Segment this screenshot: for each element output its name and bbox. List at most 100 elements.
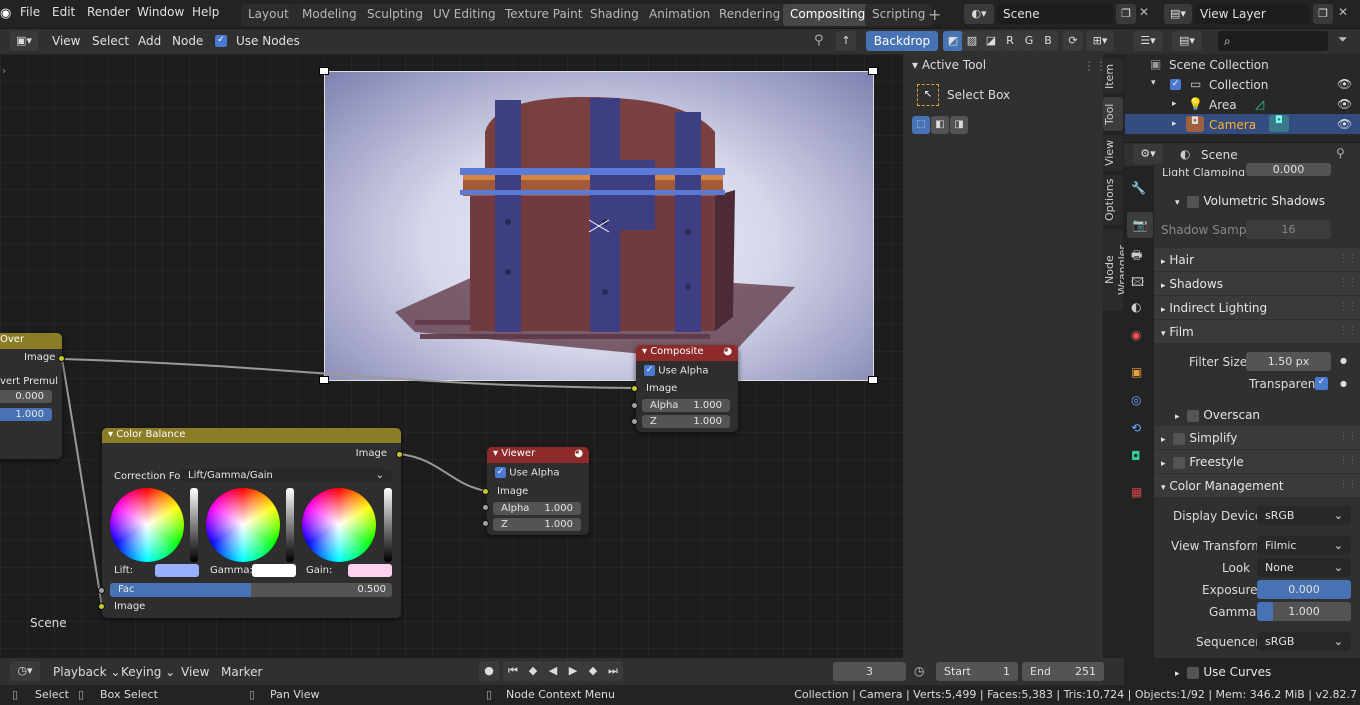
editor-type-icon[interactable]: ▣▾ bbox=[10, 31, 38, 51]
sequencer-dropdown[interactable]: sRGB ⌄ bbox=[1257, 632, 1351, 651]
composite-node[interactable]: ▾ Composite ◕ ✓ Use Alpha Image Alpha 1.00… bbox=[636, 345, 738, 432]
prev-keyframe-icon[interactable]: ◆ bbox=[523, 661, 543, 681]
gamma-color-swatch[interactable] bbox=[252, 564, 296, 577]
viewer-header[interactable]: ▾ Viewer ◕ bbox=[487, 447, 589, 463]
menu-file[interactable]: File bbox=[20, 5, 40, 19]
gain-color-swatch[interactable] bbox=[348, 564, 392, 577]
filter-size-field[interactable]: 1.50 px bbox=[1246, 352, 1331, 371]
alpha-over-fac-field[interactable]: 0.000 bbox=[0, 390, 52, 403]
expand-camera-icon[interactable]: ▸ bbox=[1172, 119, 1177, 129]
tab-compositing[interactable]: Compositing bbox=[783, 4, 873, 26]
tab-layout[interactable]: Layout bbox=[241, 4, 296, 26]
use-curves-row[interactable]: ▸ Use Curves bbox=[1175, 665, 1271, 679]
end-frame-field[interactable]: End 251 bbox=[1022, 662, 1104, 681]
use-nodes-checkbox[interactable]: ✓ bbox=[215, 35, 227, 47]
keyframe-dot-icon[interactable]: ● bbox=[1340, 356, 1347, 365]
outliner-editor-type-icon[interactable]: ☰▾ bbox=[1133, 31, 1163, 51]
tab-node-wrangler[interactable]: Node Wrangler bbox=[1103, 229, 1129, 311]
mode-extend-icon[interactable]: ◧ bbox=[931, 116, 949, 134]
drag-handle-icon[interactable]: ⋮⋮ bbox=[1339, 432, 1357, 442]
jump-start-icon[interactable]: ⏮ bbox=[503, 661, 523, 681]
add-workspace-icon[interactable]: + bbox=[928, 5, 941, 24]
gain-value-slider[interactable] bbox=[384, 488, 392, 562]
menu-select[interactable]: Select bbox=[92, 34, 129, 48]
world-tab-icon[interactable]: ◉ bbox=[1131, 328, 1141, 342]
pin-icon[interactable]: ⚲ bbox=[814, 33, 824, 48]
render-icon[interactable]: ◕ bbox=[574, 448, 583, 459]
outliner-item-camera[interactable]: Camera bbox=[1209, 118, 1256, 132]
drag-handle-icon[interactable]: ⋮⋮ bbox=[1339, 326, 1357, 336]
clock-icon[interactable]: ◷ bbox=[914, 664, 924, 678]
scene-selector-icon[interactable]: ◐▾ bbox=[964, 4, 994, 24]
viewer-alpha-socket[interactable] bbox=[482, 504, 489, 511]
viewer-alpha-field[interactable]: Alpha 1.000 bbox=[493, 502, 581, 515]
snap-icon[interactable]: ⟳ bbox=[1063, 31, 1083, 51]
menu-render[interactable]: Render bbox=[87, 5, 130, 19]
color-balance-node[interactable]: ▾ Color Balance Image Correction For.. L… bbox=[102, 428, 401, 618]
viewer-z-field[interactable]: Z 1.000 bbox=[493, 518, 581, 531]
composite-image-socket[interactable] bbox=[631, 385, 638, 392]
composite-use-alpha-checkbox[interactable]: ✓ bbox=[644, 365, 655, 376]
transparent-checkbox[interactable]: ✓ bbox=[1315, 377, 1328, 390]
properties-editor-type-icon[interactable]: ⚙▾ bbox=[1133, 144, 1163, 164]
mode-subtract-icon[interactable]: ◨ bbox=[950, 116, 968, 134]
filter-icon[interactable]: ⏷ bbox=[1338, 32, 1348, 47]
collapse-icon[interactable]: ▾ bbox=[108, 429, 116, 440]
light-clamping-field[interactable]: 0.000 bbox=[1246, 163, 1331, 176]
lift-color-wheel[interactable] bbox=[110, 488, 184, 562]
outliner-search-input[interactable]: ⌕ bbox=[1218, 31, 1328, 51]
channel-r-button[interactable]: R bbox=[1000, 31, 1020, 51]
expand-collection-icon[interactable]: ▾ bbox=[1151, 78, 1156, 88]
gain-color-wheel[interactable] bbox=[302, 488, 376, 562]
record-icon[interactable]: ● bbox=[479, 661, 499, 681]
overscan-checkbox[interactable] bbox=[1187, 409, 1200, 422]
constraint-tab-icon[interactable]: ⟲ bbox=[1131, 421, 1141, 435]
color-balance-header[interactable]: ▾ Color Balance bbox=[102, 428, 401, 443]
current-frame-field[interactable]: 3 bbox=[833, 662, 906, 681]
delete-view-layer-icon[interactable]: ✕ bbox=[1338, 5, 1348, 19]
render-tab-icon[interactable]: 📷 bbox=[1127, 212, 1153, 238]
look-dropdown[interactable]: None ⌄ bbox=[1257, 558, 1351, 577]
alpha-over-value-field[interactable]: 1.000 bbox=[0, 408, 52, 421]
use-curves-checkbox[interactable] bbox=[1187, 666, 1200, 679]
tab-modeling[interactable]: Modeling bbox=[295, 4, 364, 26]
snap-element-icon[interactable]: ⊞▾ bbox=[1086, 31, 1114, 51]
lift-color-swatch[interactable] bbox=[155, 564, 199, 577]
exposure-field[interactable]: 0.000 bbox=[1257, 580, 1351, 599]
tab-options[interactable]: Options bbox=[1103, 175, 1123, 225]
correction-dropdown[interactable]: Lift/Gamma/Gain ⌄ bbox=[180, 469, 392, 482]
modifier-tab-icon[interactable]: ◎ bbox=[1131, 393, 1141, 407]
display-mode-icon[interactable]: ▤▾ bbox=[1172, 31, 1202, 51]
camera-data-tab-icon[interactable]: ◘ bbox=[1131, 449, 1141, 463]
menu-window[interactable]: Window bbox=[137, 5, 184, 19]
composite-z-field[interactable]: Z 1.000 bbox=[642, 415, 730, 428]
channel-alpha-icon[interactable]: ◪ bbox=[981, 31, 1001, 51]
play-reverse-icon[interactable]: ◀ bbox=[543, 661, 563, 681]
scene-field[interactable]: Scene bbox=[997, 4, 1113, 24]
menu-marker[interactable]: Marker bbox=[221, 665, 262, 679]
fac-slider[interactable]: Fac 0.500 bbox=[110, 583, 392, 597]
view-transform-dropdown[interactable]: Filmic ⌄ bbox=[1257, 536, 1351, 555]
new-view-layer-icon[interactable]: ❐ bbox=[1313, 4, 1333, 24]
drag-handle-icon[interactable]: ⋮⋮ bbox=[1339, 456, 1357, 466]
channel-g-button[interactable]: G bbox=[1019, 31, 1039, 51]
freestyle-checkbox[interactable] bbox=[1173, 456, 1186, 469]
composite-alpha-field[interactable]: Alpha 1.000 bbox=[642, 399, 730, 412]
volumetric-shadows-checkbox[interactable] bbox=[1187, 195, 1200, 208]
expand-area-icon[interactable]: ▸ bbox=[1172, 99, 1177, 109]
view-layer-selector-icon[interactable]: ▤▾ bbox=[1164, 4, 1192, 24]
menu-view[interactable]: View bbox=[52, 34, 80, 48]
composite-z-socket[interactable] bbox=[631, 418, 638, 425]
lift-value-slider[interactable] bbox=[190, 488, 198, 562]
texture-tab-icon[interactable]: ▦ bbox=[1131, 485, 1142, 499]
active-tool-header[interactable]: ▾ Active Tool bbox=[912, 58, 986, 72]
gamma-field[interactable]: 1.000 bbox=[1257, 602, 1351, 621]
overscan-row[interactable]: ▸ Overscan bbox=[1175, 408, 1260, 422]
next-keyframe-icon[interactable]: ◆ bbox=[583, 661, 603, 681]
display-device-dropdown[interactable]: sRGB ⌄ bbox=[1257, 506, 1351, 525]
tab-texture-paint[interactable]: Texture Paint bbox=[498, 4, 590, 26]
output-tab-icon[interactable]: 🖶 bbox=[1131, 246, 1142, 267]
simplify-checkbox[interactable] bbox=[1173, 432, 1186, 445]
composite-header[interactable]: ▾ Composite ◕ bbox=[636, 345, 738, 361]
timeline-menu-view[interactable]: View bbox=[181, 665, 209, 679]
